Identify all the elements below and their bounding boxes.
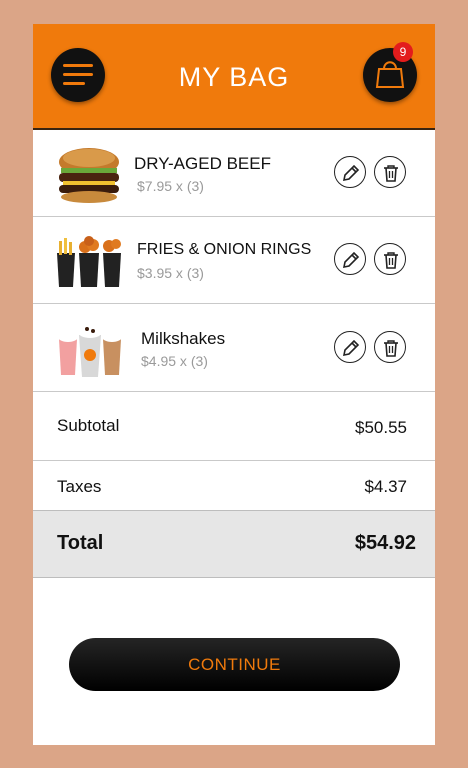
list-item: DRY-AGED BEEF $7.95 x (3) (33, 130, 435, 217)
delete-button[interactable] (374, 331, 406, 363)
edit-button[interactable] (334, 156, 366, 188)
subtotal-value: $50.55 (355, 418, 407, 437)
taxes-value: $4.37 (364, 477, 407, 496)
delete-button[interactable] (374, 243, 406, 275)
subtotal-label: Subtotal (57, 416, 120, 435)
item-name: Milkshakes (141, 329, 226, 348)
item-name: FRIES & ONION RINGS (137, 241, 312, 258)
total-label: Total (57, 532, 104, 554)
taxes-label: Taxes (57, 477, 102, 496)
cart-count-badge: 9 (393, 42, 413, 62)
list-item: FRIES & ONION RINGS $3.95 x (3) (33, 217, 435, 304)
milkshake-image (58, 326, 122, 377)
delete-button[interactable] (374, 156, 406, 188)
trash-icon (384, 252, 398, 269)
trash-icon (384, 165, 398, 182)
fries-image (57, 236, 121, 287)
edit-button[interactable] (334, 243, 366, 275)
continue-button[interactable]: CONTINUE (69, 638, 400, 691)
item-price: $3.95 x (3) (137, 265, 204, 281)
pencil-icon (342, 251, 360, 269)
list-item: Milkshakes $4.95 x (3) (33, 305, 435, 392)
item-price: $4.95 x (3) (141, 353, 208, 369)
edit-button[interactable] (334, 331, 366, 363)
trash-icon (384, 340, 398, 357)
pencil-icon (342, 339, 360, 357)
item-price: $7.95 x (3) (137, 178, 204, 194)
total-value: $54.92 (354, 532, 416, 554)
subtotal-row: Subtotal $50.55 (33, 392, 435, 461)
total-row: Total $54.92 (33, 510, 435, 578)
app-header: MY BAG 9 (33, 24, 435, 130)
pencil-icon (342, 164, 360, 182)
item-name: DRY-AGED BEEF (134, 154, 271, 173)
phone-screen: MY BAG 9 DRY-AGED BEEF $7.95 x (3) FRIES… (33, 24, 435, 745)
burger-image (59, 148, 119, 203)
taxes-row: Taxes $4.37 (33, 461, 435, 511)
